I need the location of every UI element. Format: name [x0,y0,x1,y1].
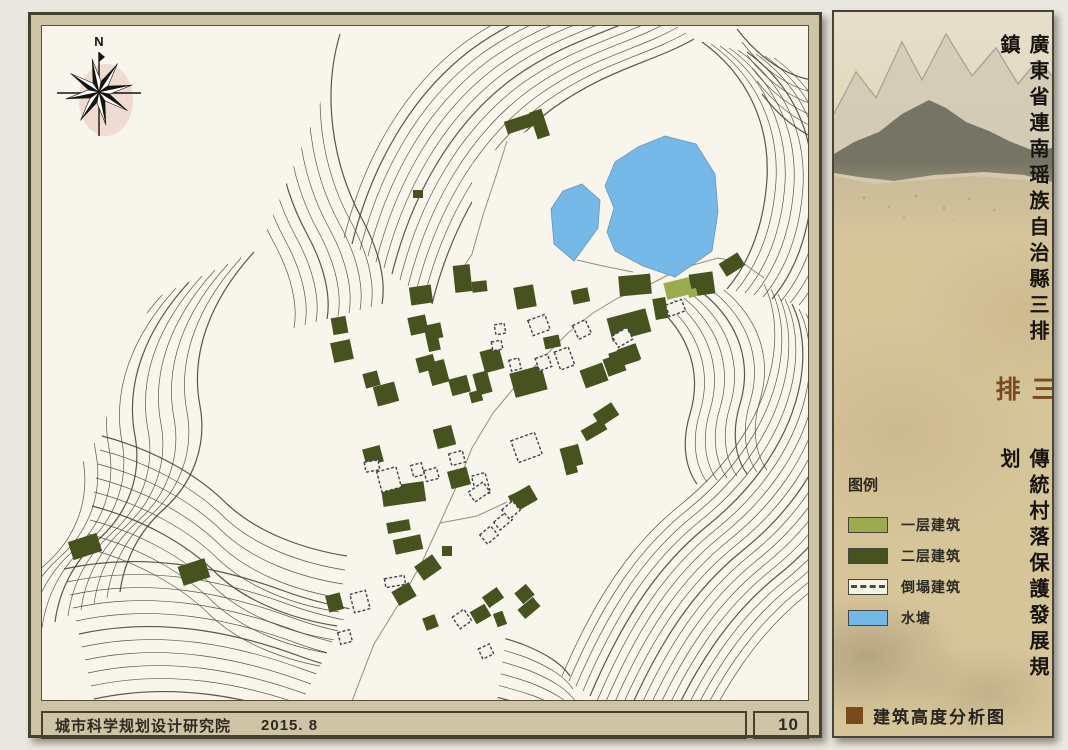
collapsed-building [491,340,502,351]
page: N 城市科学规划设计研究院 2015. 8 10 [0,0,1068,750]
pond-swatch [848,610,888,626]
collapsed-building [364,460,380,472]
two-story-building [513,284,537,309]
collapsed-building [494,323,506,335]
village-map: N [41,25,809,701]
legend-label: 倒塌建筑 [901,577,961,597]
collapsed-swatch [848,579,888,595]
plan-title-vertical: 廣東省連南瑶族自治縣三排鎮 三排 傳統村落保護發展規划 [1002,34,1044,706]
two-story-building [413,190,423,198]
two-story-building [68,533,102,560]
legend-title: 图例 [848,474,961,495]
legend-item-pond: 水塘 [848,608,961,628]
two-story-building [618,274,652,297]
two-story-building [719,252,746,276]
collapsed-building [424,468,439,482]
caption-label: 建筑高度分析图 [873,703,1006,728]
legend-label: 一层建筑 [901,515,961,535]
page-number-box: 10 [753,711,809,739]
map-panel: N 城市科学规划设计研究院 2015. 8 10 [28,12,822,738]
title-plan-type: 傳統村落保護發展規划 [994,448,1052,706]
title-village-highlight: 三排 [987,376,1054,442]
legend-item-light: 一层建筑 [848,515,961,535]
title-region: 廣東省連南瑶族自治縣三排鎮 [994,34,1052,370]
two-story-building [409,285,433,306]
light-swatch [848,517,888,533]
date-label: 2015. 8 [261,717,318,734]
footer-bar: 城市科学规划设计研究院 2015. 8 [41,711,747,739]
sidebar: 廣東省連南瑶族自治縣三排鎮 三排 傳統村落保護發展規划 图例 一层建筑二层建筑倒… [832,10,1054,738]
legend-item-dark: 二层建筑 [848,546,961,566]
two-story-building [442,546,452,556]
page-number: 10 [778,715,799,735]
institute-name: 城市科学规划设计研究院 [55,715,231,736]
two-story-building [479,347,504,373]
legend-label: 水塘 [901,608,931,628]
collapsed-building [665,299,685,316]
two-story-building [471,280,487,293]
caption-bullet-icon [846,707,863,724]
two-story-building [331,316,349,335]
dark-swatch [848,548,888,564]
map-caption: 建筑高度分析图 [846,703,1006,728]
legend-item-collapsed: 倒塌建筑 [848,577,961,597]
two-story-building [453,264,473,293]
legend-label: 二层建筑 [901,546,961,566]
collapsed-building [411,463,425,477]
legend: 图例 一层建筑二层建筑倒塌建筑水塘 [848,474,961,639]
map-drawing: N [42,26,809,701]
north-label: N [94,34,103,49]
two-story-building [426,359,449,386]
two-story-building [178,558,211,586]
two-story-building [330,339,354,363]
two-story-building [448,375,471,396]
